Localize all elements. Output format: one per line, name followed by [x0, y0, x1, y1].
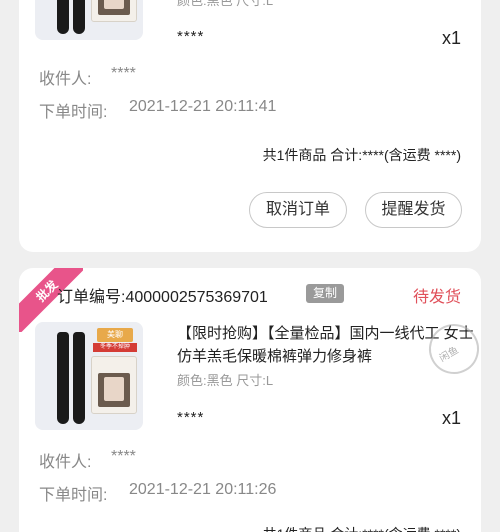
receiver-value: ****: [111, 65, 136, 82]
product-price: ****: [177, 409, 205, 426]
order-time-value: 2021-12-21 20:11:26: [129, 481, 277, 498]
remind-shipping-button[interactable]: 提醒发货: [365, 192, 462, 228]
order-time-value: 2021-12-21 20:11:41: [129, 98, 277, 115]
copy-button[interactable]: 复制: [306, 284, 344, 303]
order-status: 待发货: [412, 289, 461, 306]
product-quantity: x1: [441, 408, 461, 428]
order-number: 订单编号:4000002575369701: [57, 289, 268, 306]
order-time-label: 下单时间:: [39, 487, 108, 504]
watermark-text: 闲鱼: [437, 344, 461, 365]
order-time-label: 下单时间:: [39, 104, 108, 121]
product-thumbnail[interactable]: [35, 0, 143, 40]
receiver-label: 收件人:: [39, 454, 92, 471]
product-spec: 颜色:黑色 尺寸:L: [177, 373, 274, 388]
order-card[interactable]: 批发 订单编号:4000002575369701 复制 待发货 美聊 冬季不掉肿…: [19, 268, 481, 532]
thumbnail-brand-tag: 美聊: [97, 328, 133, 342]
receiver-value: ****: [111, 448, 136, 465]
product-spec: 颜色:黑色 尺寸:L: [177, 0, 274, 8]
cancel-order-button[interactable]: 取消订单: [249, 192, 347, 228]
order-card[interactable]: 颜色:黑色 尺寸:L **** x1 收件人: **** 下单时间: 2021-…: [19, 0, 481, 252]
product-price: ****: [177, 28, 205, 45]
order-summary: 共1件商品 合计:****(含运费 ****): [263, 524, 461, 532]
receiver-label: 收件人:: [39, 71, 92, 88]
thumbnail-promo-tag: 冬季不掉肿: [93, 343, 137, 352]
product-quantity: x1: [441, 28, 461, 48]
order-summary: 共1件商品 合计:****(含运费 ****): [262, 147, 461, 163]
product-thumbnail[interactable]: 美聊 冬季不掉肿: [35, 322, 143, 430]
